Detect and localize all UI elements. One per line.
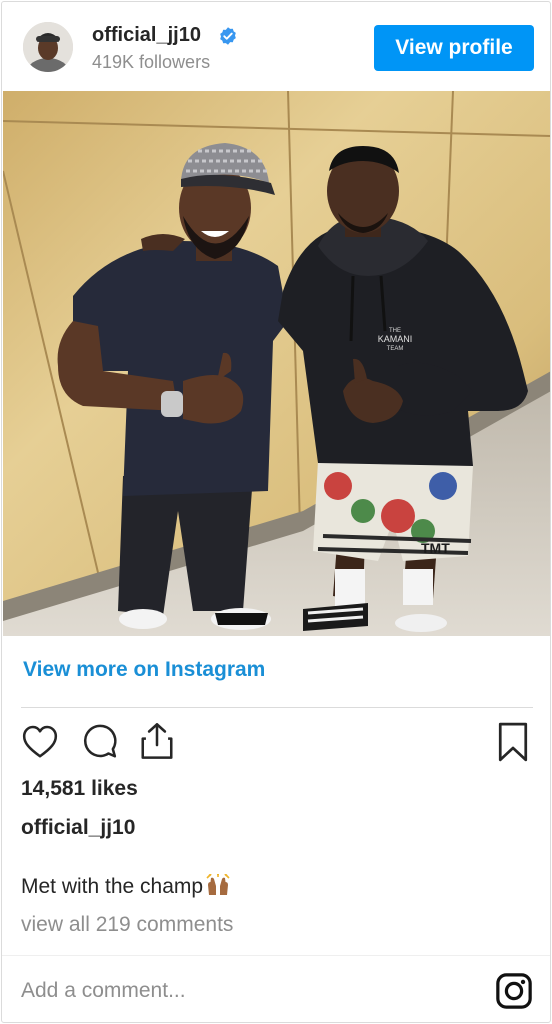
view-all-comments-link[interactable]: view all 219 comments	[21, 913, 233, 937]
hoodie-print-line2: KAMANI	[378, 334, 413, 344]
view-profile-button[interactable]: View profile	[374, 25, 534, 71]
instagram-embed-card: official_jj10 419K followers View profil…	[1, 1, 551, 1023]
divider	[2, 955, 550, 956]
post-header: official_jj10 419K followers View profil…	[2, 2, 550, 90]
like-count[interactable]: 14,581 likes	[21, 777, 138, 801]
comment-icon[interactable]	[80, 723, 118, 761]
add-comment-input[interactable]	[21, 974, 461, 1008]
share-icon[interactable]	[138, 721, 176, 761]
bookmark-icon[interactable]	[496, 721, 530, 763]
follower-count: 419K followers	[92, 52, 211, 72]
divider	[21, 707, 533, 708]
hoodie-print-line3: TEAM	[387, 346, 404, 352]
caption-text: Met with the champ	[21, 874, 231, 899]
heart-icon[interactable]	[21, 723, 59, 761]
post-photo[interactable]: TMT THE KAMANI TEAM	[3, 91, 550, 636]
caption-body: Met with the champ	[21, 875, 204, 898]
avatar[interactable]	[23, 22, 73, 72]
shorts-print: TMT	[421, 540, 450, 556]
instagram-logo-icon[interactable]	[495, 972, 533, 1010]
raising-hands-emoji-icon	[206, 874, 230, 895]
caption-username[interactable]: official_jj10	[21, 816, 135, 840]
verified-badge-icon	[220, 27, 236, 45]
view-more-on-instagram-link[interactable]: View more on Instagram	[23, 658, 265, 682]
username[interactable]: official_jj10	[92, 24, 201, 47]
